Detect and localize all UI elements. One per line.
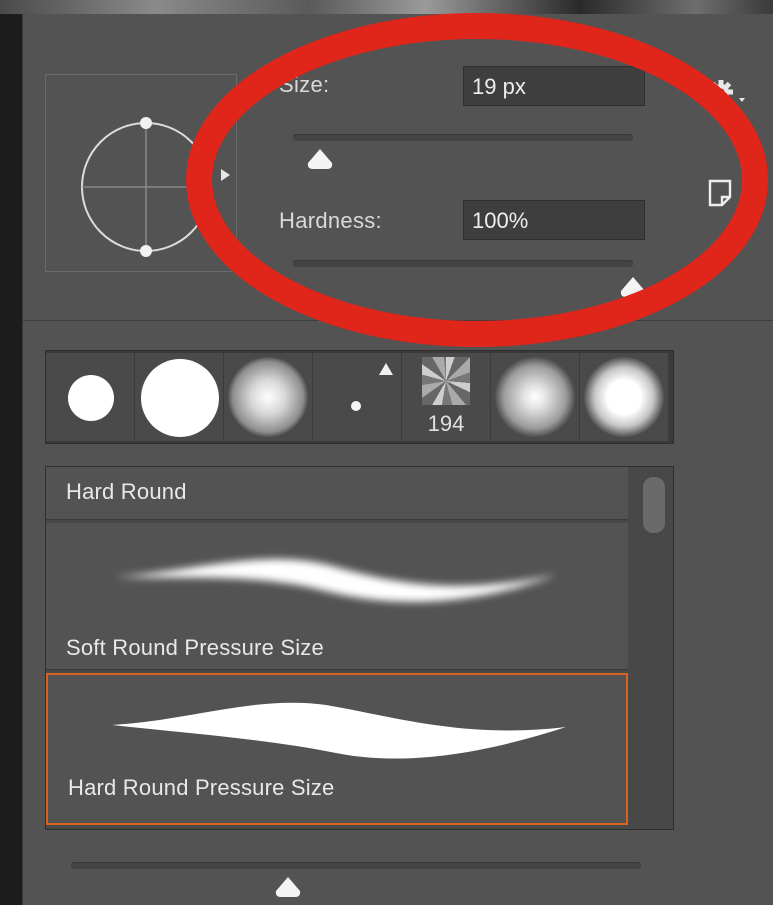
hardness-label: Hardness: xyxy=(279,208,382,233)
hardness-slider-thumb[interactable] xyxy=(618,276,648,298)
brush-tip-count: 194 xyxy=(427,411,465,436)
preset-item-soft-round-pressure-size[interactable]: Soft Round Pressure Size xyxy=(46,523,628,670)
size-label: Size: xyxy=(279,72,330,97)
preset-name: Hard Round Pressure Size xyxy=(68,775,335,800)
hardness-input[interactable]: 100% xyxy=(463,200,645,240)
triangle-right-icon[interactable] xyxy=(221,169,230,181)
canvas-edge xyxy=(0,0,773,14)
preset-name: Hard Round xyxy=(66,479,187,504)
roundness-handle-bottom xyxy=(140,245,152,257)
section-divider xyxy=(23,320,773,321)
thumbnail-size-slider-track[interactable] xyxy=(71,862,641,869)
brush-angle-preview[interactable] xyxy=(45,74,237,272)
size-input[interactable]: 19 px xyxy=(463,66,645,106)
brush-tip-hard-large[interactable] xyxy=(135,353,223,441)
brush-tip-soft-glow[interactable] xyxy=(580,353,668,441)
preset-name: Soft Round Pressure Size xyxy=(66,635,324,660)
preset-list-scrollbar[interactable] xyxy=(631,467,673,829)
thumbnail-size-slider-thumb[interactable] xyxy=(273,876,303,898)
brush-angle-widget[interactable] xyxy=(46,75,236,271)
hardness-slider-track[interactable] xyxy=(293,260,633,267)
scrollbar-thumb[interactable] xyxy=(643,477,665,533)
size-slider-track[interactable] xyxy=(293,134,633,141)
new-preset-icon[interactable] xyxy=(707,178,733,208)
brush-tip-soft-medium[interactable] xyxy=(491,353,579,441)
roundness-handle-top xyxy=(140,117,152,129)
preset-item-hard-round[interactable]: Hard Round xyxy=(46,467,628,520)
size-slider-thumb[interactable] xyxy=(305,148,335,170)
gear-icon[interactable] xyxy=(707,78,747,114)
preset-item-hard-round-pressure-size[interactable]: Hard Round Pressure Size xyxy=(46,673,628,825)
brush-preset-list: Hard Round Soft Round Pressure Size Hard… xyxy=(45,466,674,830)
texture-thumbnail xyxy=(422,357,470,405)
brush-tips-row: 194 xyxy=(45,350,674,444)
hard-stroke-preview xyxy=(112,702,566,759)
brush-tip-tiny-dot[interactable] xyxy=(313,353,401,441)
triangle-up-icon xyxy=(379,363,393,375)
brush-tip-soft-large[interactable] xyxy=(224,353,312,441)
soft-stroke-preview xyxy=(114,559,556,602)
brush-tip-hard-small[interactable] xyxy=(46,353,134,441)
brush-preset-panel: Size: 19 px Hardness: 100% 194 Hard Roun… xyxy=(22,14,773,905)
brush-tip-texture[interactable]: 194 xyxy=(402,353,490,441)
